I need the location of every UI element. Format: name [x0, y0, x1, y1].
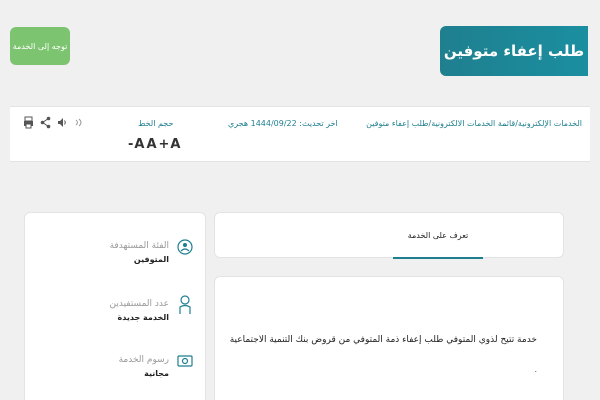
go-to-service-button[interactable]: توجه إلى الخدمة [10, 27, 70, 65]
money-icon [177, 353, 193, 369]
tabs-bar: تعرف على الخدمة [214, 212, 564, 259]
tools [23, 116, 85, 132]
sound-waves-icon [74, 116, 85, 132]
font-increase-button[interactable]: +A [159, 137, 182, 152]
meta-label: الفئة المستهدفة [109, 241, 169, 251]
meta-label: رسوم الخدمة [118, 355, 169, 365]
last-update: اخر تحديث: 1444/09/22 هجري [228, 119, 338, 128]
meta-value: المتوفين [133, 255, 169, 264]
service-meta-card: الفئة المستهدفة المتوفين عدد المستفيدين … [24, 212, 206, 400]
target-icon [177, 239, 193, 255]
share-icon[interactable] [40, 116, 51, 132]
page-title: طلب إعفاء متوفين [440, 26, 588, 76]
font-size-controls: -A A +A [128, 137, 182, 152]
font-size-label: حجم الخط [138, 119, 174, 128]
print-icon[interactable] [23, 116, 34, 132]
info-bar: الخدمات الإلكترونية/قائمة الخدمات الالكت… [10, 106, 590, 162]
description-trailing: . [534, 365, 537, 374]
meta-label: عدد المستفيدين [109, 299, 169, 309]
tab-about-service[interactable]: تعرف على الخدمة [393, 213, 483, 259]
font-decrease-button[interactable]: -A [128, 137, 145, 152]
description-card: خدمة تتيح لذوي المتوفي طلب إعفاء ذمة الم… [214, 276, 564, 400]
font-normal-button[interactable]: A [146, 137, 157, 152]
service-description: خدمة تتيح لذوي المتوفي طلب إعفاء ذمة الم… [229, 335, 537, 345]
breadcrumb[interactable]: الخدمات الإلكترونية/قائمة الخدمات الالكت… [366, 119, 582, 128]
user-icon [177, 295, 193, 314]
meta-fees: رسوم الخدمة مجانية [33, 353, 193, 393]
meta-value: الخدمة جديدة [117, 313, 169, 322]
meta-beneficiaries: عدد المستفيدين الخدمة جديدة [33, 295, 193, 337]
meta-value: مجانية [144, 369, 169, 378]
speaker-icon[interactable] [57, 116, 68, 132]
meta-target-group: الفئة المستهدفة المتوفين [33, 239, 193, 279]
